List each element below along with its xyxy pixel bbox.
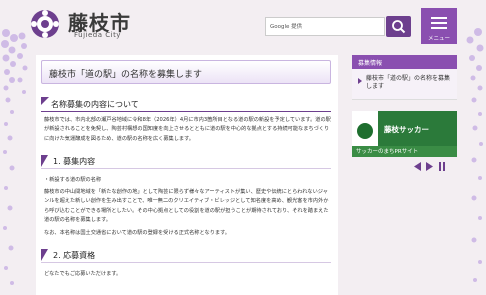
main-content: 藤枝市「道の駅」の名称を募集します 名称募集の内容について 藤枝市では、市内北部… xyxy=(36,55,338,295)
menu-icon-bar-3 xyxy=(431,27,447,29)
heading-recruitment-content: 1. 募集内容 xyxy=(41,155,331,169)
soccer-banner[interactable]: 藤枝サッカー サッカーのまちPRサイト xyxy=(352,111,457,157)
search-icon xyxy=(392,20,406,34)
body-paragraph-3: なお、本名称は国土交通省において道の駅の登録を受ける正式名称となります。 xyxy=(44,230,230,236)
intro-paragraph: 藤枝市では、市内北部の瀬戸谷地域に令和8年（2026年）4月に市内3箇所目となる… xyxy=(44,117,331,142)
banner-title: 藤枝サッカー xyxy=(384,125,429,134)
soccer-club-logo-icon xyxy=(357,123,373,139)
search-button[interactable] xyxy=(386,16,411,37)
sidebar-heading-text: 募集情報 xyxy=(358,60,383,67)
sidebar-item-recruitment[interactable]: 藤枝市「道の駅」の名称を募集します xyxy=(352,69,457,100)
banner-pause-button[interactable] xyxy=(438,162,446,171)
bullet-item: ・新設する道の駅の名称 xyxy=(44,177,102,183)
wisteria-decoration-right xyxy=(466,28,484,282)
banner-prev-button[interactable] xyxy=(414,162,422,171)
page-title: 藤枝市「道の駅」の名称を募集します xyxy=(49,70,203,80)
body-paragraph-4: どなたでもご応募いただけます。 xyxy=(44,271,122,277)
site-header: 藤枝市 Fujieda City Google 提供 メニュー xyxy=(0,0,486,46)
banner-next-button[interactable] xyxy=(426,162,434,171)
heading-triangle-marker xyxy=(41,249,48,261)
search-input[interactable]: Google 提供 xyxy=(265,17,385,36)
sidebar-item-label: 藤枝市「道の駅」の名称を募集します xyxy=(366,75,451,90)
heading-eligibility-text: 2. 応募資格 xyxy=(53,251,96,260)
search-provider-label: Google 提供 xyxy=(270,24,303,30)
menu-icon-bar-2 xyxy=(431,22,447,24)
wisteria-decoration-left xyxy=(1,29,28,285)
heading-recruitment-content-text: 1. 募集内容 xyxy=(53,157,96,166)
section-heading-text: 名称募集の内容について xyxy=(51,100,139,109)
city-emblem-logo[interactable] xyxy=(30,9,60,39)
chevron-right-icon xyxy=(358,78,362,84)
sidebar-heading: 募集情報 xyxy=(352,55,457,69)
page-title-box: 藤枝市「道の駅」の名称を募集します xyxy=(41,60,331,84)
menu-label: メニュー xyxy=(427,36,450,42)
menu-icon-bar-1 xyxy=(431,17,447,19)
heading-eligibility: 2. 応募資格 xyxy=(41,249,331,263)
heading-triangle-marker xyxy=(41,97,49,105)
section-heading: 名称募集の内容について xyxy=(41,97,331,112)
heading-triangle-marker xyxy=(41,155,48,167)
site-name-english: Fujieda City xyxy=(74,31,121,39)
menu-button[interactable]: メニュー xyxy=(421,8,457,44)
body-paragraph-2: 藤枝市の中山間地域を「新たな創作の地」として陶芸に限らず様々なアーティストが集い… xyxy=(44,189,329,223)
banner-caption: サッカーのまちPRサイト xyxy=(356,149,419,155)
